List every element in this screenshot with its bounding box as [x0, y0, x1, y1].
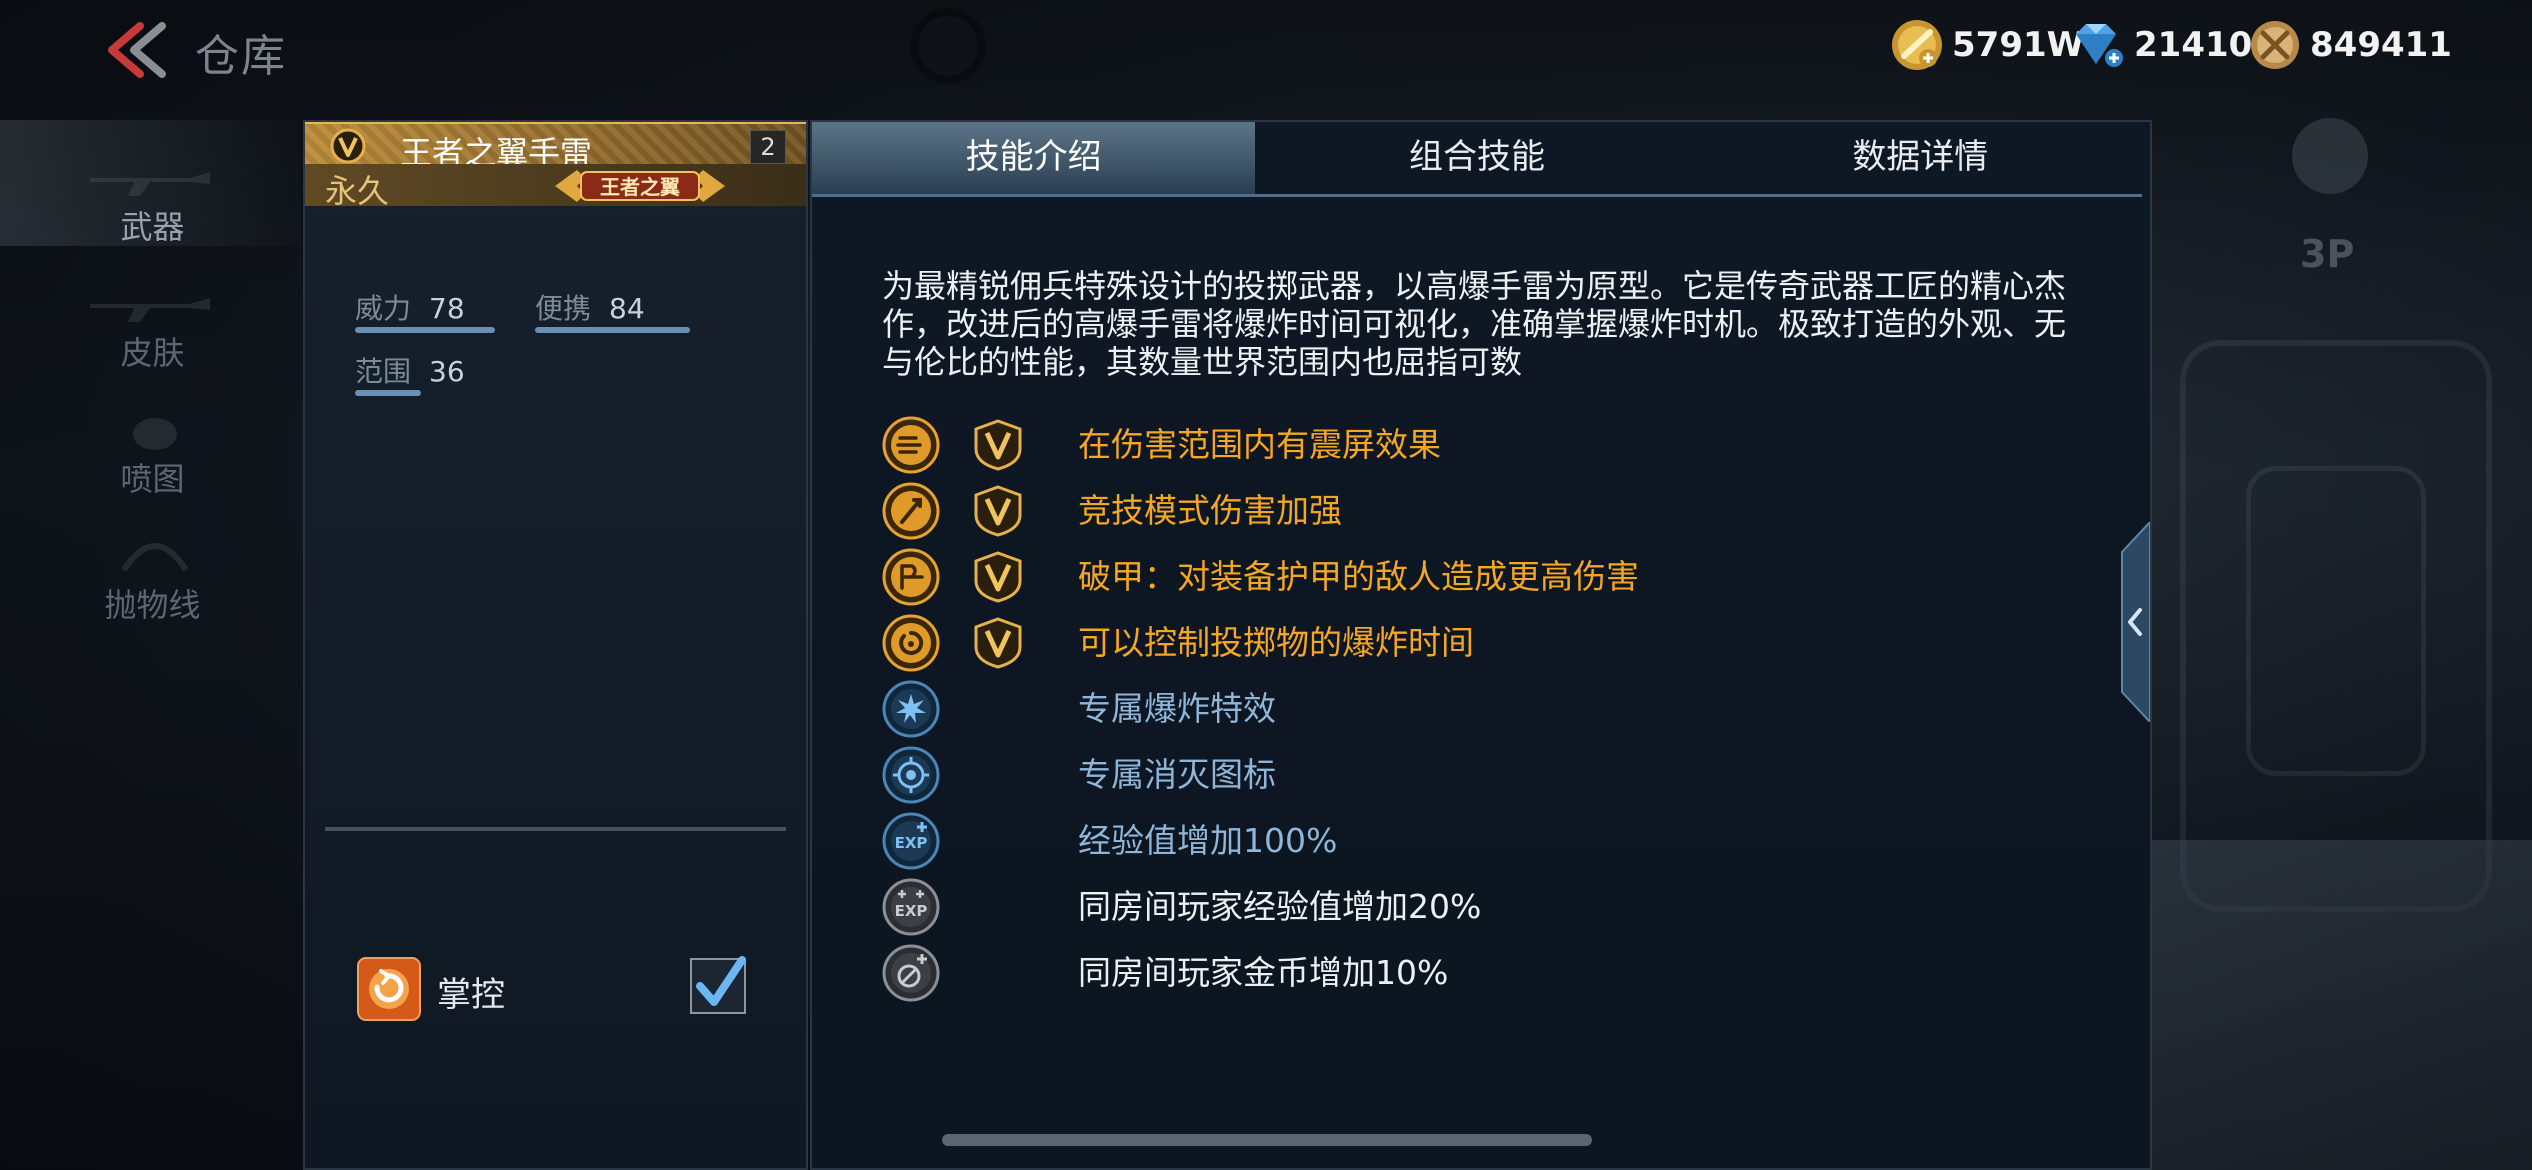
- diamond-value: 21410: [2134, 25, 2253, 65]
- skill-row: EXP 同房间玩家经验值增加20%: [882, 874, 2082, 940]
- sidebar-item-weapons[interactable]: 武器: [0, 120, 300, 246]
- tab-combo-skills[interactable]: 组合技能: [1255, 122, 1698, 194]
- spray-icon: [130, 408, 180, 452]
- exp-boost-icon: EXP: [882, 812, 940, 870]
- stat-value: 36: [429, 355, 465, 388]
- skill-text: 专属爆炸特效: [1078, 689, 1276, 728]
- weapon-description: 为最精锐佣兵特殊设计的投掷武器，以高爆手雷为原型。它是传奇武器工匠的精心杰作，改…: [882, 267, 2067, 381]
- weapon-card-header: 王者之翼手雷 2 永久 王者之翼: [305, 122, 806, 210]
- skill-row: 同房间玩家金币增加10%: [882, 940, 2082, 1006]
- skill-list: 在伤害范围内有震屏效果 竞技模式伤害加强 破甲：对装备护甲的敌人造成更高伤害 可…: [882, 412, 2082, 1006]
- stat-value: 78: [429, 292, 465, 325]
- detail-tabs: 技能介绍 组合技能 数据详情: [812, 122, 2142, 197]
- stat-range: 范围 36: [355, 350, 465, 396]
- mastery-icon: [357, 957, 421, 1021]
- stat-label: 威力: [355, 292, 412, 325]
- sidebar-item-label: 抛物线: [104, 586, 201, 624]
- chevron-left-icon: [2121, 519, 2151, 725]
- currency-diamond[interactable]: 21410: [2066, 18, 2252, 72]
- vip-v-icon: [974, 485, 1022, 537]
- diamond-icon: [2076, 24, 2123, 67]
- gamepad-icon[interactable]: [2292, 118, 2368, 194]
- sidebar-item-label: 喷图: [120, 460, 185, 498]
- stat-power: 威力 78: [355, 287, 495, 333]
- tab-skill-intro[interactable]: 技能介绍: [812, 122, 1256, 194]
- skill-text: 可以控制投掷物的爆炸时间: [1078, 623, 1474, 662]
- svg-text:EXP: EXP: [895, 834, 928, 852]
- stat-bar: [535, 327, 690, 333]
- sidebar: 武器 皮肤 喷图 抛物线: [0, 120, 300, 624]
- horizontal-scrollbar[interactable]: [942, 1134, 1592, 1146]
- competitive-damage-icon: [882, 482, 940, 540]
- skill-text: 破甲：对装备护甲的敌人造成更高伤害: [1078, 557, 1639, 596]
- currency-medal[interactable]: 849411: [2248, 18, 2452, 72]
- sidebar-item-trajectory[interactable]: 抛物线: [0, 498, 300, 624]
- skill-row: 竞技模式伤害加强: [882, 478, 2082, 544]
- page-title: 仓库: [195, 31, 287, 82]
- timer-control-icon: [882, 614, 940, 672]
- skill-row: 破甲：对装备护甲的敌人造成更高伤害: [882, 544, 2082, 610]
- background-crate: [2152, 840, 2532, 1170]
- sidebar-item-sprays[interactable]: 喷图: [0, 372, 300, 498]
- skill-row: 专属消灭图标: [882, 742, 2082, 808]
- skill-text: 同房间玩家经验值增加20%: [1078, 887, 1482, 926]
- screen-shake-icon: [882, 416, 940, 474]
- brand-badge-text: 王者之翼: [600, 175, 680, 199]
- weapon-card: 王者之翼手雷 2 永久 王者之翼 威力 78 便携 84 范围 36 掌控: [303, 120, 808, 1170]
- skill-row: 专属爆炸特效: [882, 676, 2082, 742]
- room-exp-boost-icon: EXP: [882, 878, 940, 936]
- stat-bar: [355, 327, 495, 333]
- skill-row: EXP 经验值增加100%: [882, 808, 2082, 874]
- medal-icon: [2251, 21, 2299, 69]
- rifle-icon: [90, 284, 220, 324]
- divider: [325, 827, 786, 831]
- vip-badge-icon: [330, 128, 366, 164]
- back-button[interactable]: [100, 22, 170, 78]
- skill-text: 同房间玩家金币增加10%: [1078, 953, 1449, 992]
- vip-v-icon: [974, 617, 1022, 669]
- skill-row: 可以控制投掷物的爆炸时间: [882, 610, 2082, 676]
- skill-detail-panel: 技能介绍 组合技能 数据详情 为最精锐佣兵特殊设计的投掷武器，以高爆手雷为原型。…: [810, 120, 2152, 1170]
- weapon-subtitle-bar: 永久 王者之翼: [305, 164, 806, 210]
- stat-label: 范围: [355, 355, 412, 388]
- mastery-label: 掌控: [437, 975, 505, 1015]
- skill-text: 在伤害范围内有震屏效果: [1078, 425, 1441, 464]
- room-gold-boost-icon: [882, 944, 940, 1002]
- stat-portability: 便携 84: [535, 287, 690, 333]
- brand-wings-badge: 王者之翼: [555, 170, 725, 202]
- skill-row: 在伤害范围内有震屏效果: [882, 412, 2082, 478]
- collapse-panel-button[interactable]: [2116, 519, 2151, 725]
- mastery-checkbox[interactable]: [690, 956, 746, 1014]
- rifle-icon: [90, 158, 220, 198]
- sidebar-item-label: 武器: [120, 208, 185, 246]
- weapon-duration: 永久: [325, 172, 390, 210]
- checkmark-icon: [696, 956, 746, 1006]
- tab-data-details[interactable]: 数据详情: [1699, 122, 2142, 194]
- weapon-title-bar: 王者之翼手雷 2: [305, 122, 806, 172]
- armor-piercing-icon: [882, 548, 940, 606]
- vip-v-icon: [974, 419, 1022, 471]
- stat-label: 便携: [535, 292, 592, 325]
- vip-v-icon: [974, 551, 1022, 603]
- view-toggle-3p[interactable]: 3P: [2300, 232, 2354, 276]
- explosion-effect-icon: [882, 680, 940, 738]
- camera-cutout: [918, 16, 978, 76]
- skill-text: 专属消灭图标: [1078, 755, 1276, 794]
- gold-coin-icon: [1892, 20, 1942, 70]
- background-target-board: [2180, 340, 2492, 912]
- stat-value: 84: [609, 292, 645, 325]
- sidebar-item-label: 皮肤: [120, 334, 185, 372]
- gold-value: 5791W: [1952, 25, 2085, 65]
- kill-icon-icon: [882, 746, 940, 804]
- svg-text:EXP: EXP: [895, 902, 928, 920]
- weapon-level-badge: 2: [750, 130, 786, 164]
- double-chevron-left-icon: [108, 22, 166, 78]
- skill-text: 竞技模式伤害加强: [1078, 491, 1342, 530]
- currency-gold[interactable]: 5791W: [1890, 18, 2084, 72]
- stat-bar: [355, 390, 421, 396]
- arc-icon: [120, 532, 190, 572]
- skill-text: 经验值增加100%: [1078, 821, 1338, 860]
- medal-value: 849411: [2310, 25, 2452, 65]
- sidebar-item-skins[interactable]: 皮肤: [0, 246, 300, 372]
